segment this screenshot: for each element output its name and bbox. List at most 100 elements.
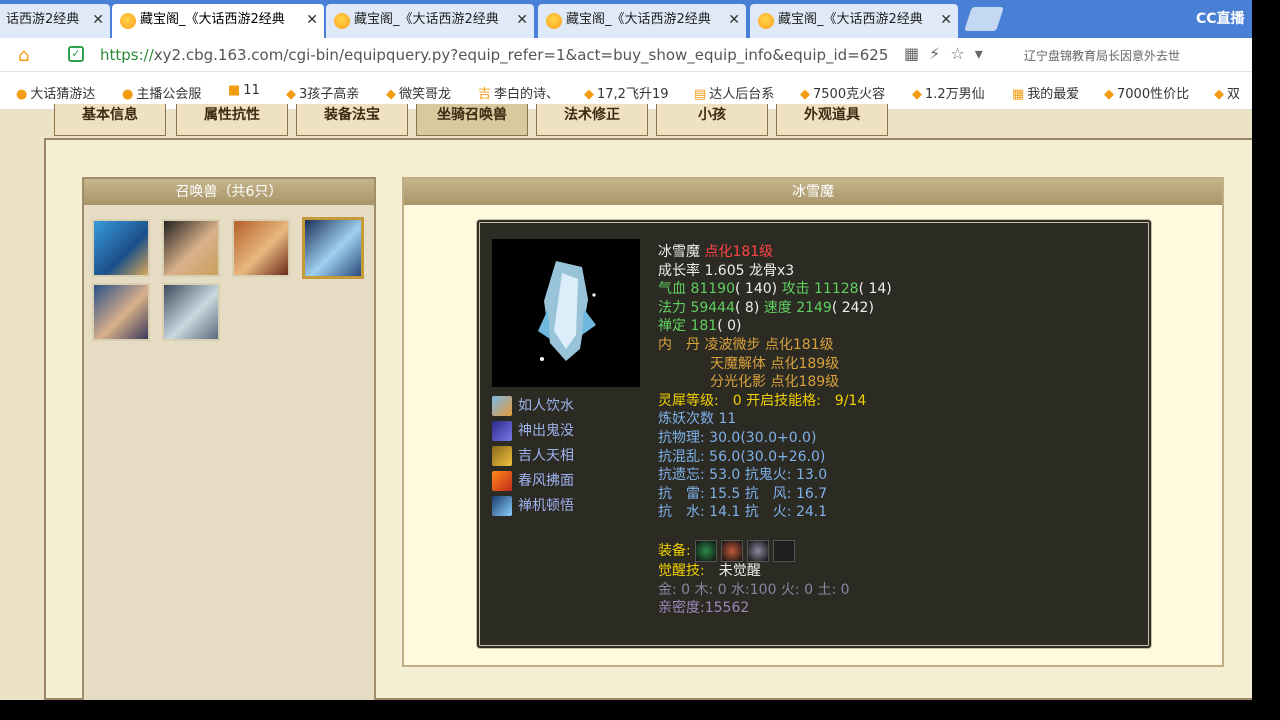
bookmark-icon: ● — [122, 87, 134, 102]
bookmark-item[interactable]: ■ 11 — [228, 83, 260, 98]
bookmark-icon: ▤ — [694, 87, 707, 102]
tab-title: 藏宝阁_《大话西游2经典 — [140, 12, 285, 27]
news-ticker[interactable]: 辽宁盘锦教育局长因意外去世 — [1024, 47, 1180, 64]
resistance-row: 抗 雷: 15.5 抗 风: 16.7 — [658, 485, 828, 502]
atk-points: ( 14) — [858, 281, 892, 298]
close-tab-icon[interactable]: ✕ — [516, 4, 528, 36]
bookmark-icon: 吉 — [478, 87, 492, 102]
skill-name: 吉人天相 — [518, 448, 574, 464]
pet-avatar[interactable] — [92, 219, 150, 277]
chevron-down-icon[interactable]: ▾ — [975, 44, 993, 63]
pet-info-card: 如人饮水 神出鬼没 吉人天相 春风拂面 禅机顿悟 冰雪魔 点化181级 成长率 … — [476, 219, 1152, 649]
page-content: 基本信息 属性抗性 装备法宝 坐骑召唤兽 法术修正 小孩 外观道具 召唤兽（共6… — [0, 104, 1252, 700]
bookmark-label: 我的最爱 — [1027, 87, 1080, 102]
bookmark-icon: ● — [16, 87, 28, 102]
pet-avatar[interactable] — [232, 219, 290, 277]
address-actions[interactable]: ▦⚡☆▾ — [904, 44, 993, 63]
bookmark-item[interactable]: 吉李白的诗、 — [478, 83, 559, 102]
close-tab-icon[interactable]: ✕ — [92, 4, 104, 36]
close-tab-icon[interactable]: ✕ — [306, 4, 318, 36]
browser-tab[interactable]: 藏宝阁_《大话西游2经典 ✕ — [538, 4, 746, 38]
dan-row: 内 丹 凌波微步 点化181级 — [658, 336, 892, 355]
browser-tab[interactable]: 藏宝阁_《大话西游2经典 ✕ — [750, 4, 958, 38]
tab-equipment[interactable]: 装备法宝 — [296, 104, 408, 136]
tab-appearance[interactable]: 外观道具 — [776, 104, 888, 136]
bookmark-label: 11 — [243, 83, 260, 98]
tab-attributes[interactable]: 属性抗性 — [176, 104, 288, 136]
bookmark-icon: ◆ — [800, 87, 810, 102]
pet-avatar[interactable] — [162, 219, 220, 277]
resistance-row: 抗遗忘: 53.0 抗鬼火: 13.0 — [658, 467, 828, 484]
favicon-icon — [120, 13, 136, 29]
tab-title: 藏宝阁_《大话西游2经典 — [566, 12, 711, 27]
spirit-level: 灵犀等级: 0 开启技能格: 9/14 — [658, 392, 867, 409]
tab-child[interactable]: 小孩 — [656, 104, 768, 136]
bookmark-item[interactable]: ◆ 双 — [1214, 83, 1240, 102]
secure-shield-icon[interactable]: ✓ — [68, 46, 84, 62]
skill-item[interactable]: 吉人天相 — [492, 445, 574, 470]
pet-avatar[interactable] — [92, 283, 150, 341]
skill-item[interactable]: 如人饮水 — [492, 395, 574, 420]
bookmark-label: 李白的诗、 — [494, 87, 560, 102]
tab-mounts-pets[interactable]: 坐骑召唤兽 — [416, 104, 528, 136]
stat-hp-row: 气血 81190( 140) 攻击 11128( 14) — [658, 280, 892, 299]
skill-icon — [492, 396, 512, 416]
skill-item[interactable]: 禅机顿悟 — [492, 495, 574, 520]
bookmark-item[interactable]: ◆ 1.2万男仙 — [912, 83, 985, 102]
awaken-value: 未觉醒 — [718, 562, 761, 579]
favicon-icon — [758, 13, 774, 29]
bookmark-item[interactable]: ● 大话猜游达 — [16, 83, 95, 102]
bookmark-item[interactable]: ◆ 3孩子高亲 — [286, 83, 359, 102]
bookmark-item[interactable]: ◆ 17,2飞升19 — [584, 83, 669, 102]
grid-icon[interactable]: ▦ — [904, 44, 929, 63]
ice-demon-image — [538, 261, 596, 361]
bookmark-item[interactable]: ◆ 7500克火容 — [800, 83, 885, 102]
browser-tab[interactable]: 藏宝阁_《大话西游2经典 ✕ — [326, 4, 534, 38]
mp-points: ( 8) — [735, 299, 760, 316]
resistance-row: 抗混乱: 56.0(30.0+26.0) — [658, 448, 826, 465]
tab-basic-info[interactable]: 基本信息 — [54, 104, 166, 136]
tab-spells[interactable]: 法术修正 — [536, 104, 648, 136]
url-field[interactable]: https://xy2.cbg.163.com/cgi-bin/equipque… — [100, 46, 895, 64]
browser-tab[interactable]: 话西游2经典 ✕ — [0, 4, 110, 38]
equip-slot-icon[interactable] — [721, 539, 744, 562]
skill-name: 春风拂面 — [518, 473, 574, 489]
new-tab-button[interactable] — [964, 7, 1004, 31]
awaken-label: 觉醒技: — [658, 562, 705, 579]
pet-avatar-selected[interactable] — [302, 217, 364, 279]
spd-label: 速度 — [763, 299, 792, 316]
equip-slot-icon[interactable] — [773, 539, 796, 562]
bookmark-item[interactable]: ● 主播公会服 — [122, 83, 201, 102]
browser-tab-active[interactable]: 藏宝阁_《大话西游2经典 ✕ — [112, 4, 324, 38]
dan-item: 天魔解体 点化189级 — [710, 355, 840, 372]
lightning-icon[interactable]: ⚡ — [929, 44, 950, 63]
mp-value: 59444 — [690, 299, 735, 316]
pet-portrait — [492, 239, 640, 387]
bookmark-item[interactable]: ◆ 微笑哥龙 — [386, 83, 451, 102]
bookmark-item[interactable]: ▦ 我的最爱 — [1012, 83, 1079, 102]
pet-skills-list: 如人饮水 神出鬼没 吉人天相 春风拂面 禅机顿悟 — [492, 395, 574, 520]
close-tab-icon[interactable]: ✕ — [728, 4, 740, 36]
pet-avatar[interactable] — [162, 283, 220, 341]
equip-slot-icon[interactable] — [747, 539, 770, 562]
bookmark-item[interactable]: ◆ 7000性价比 — [1104, 83, 1189, 102]
atk-value: 11128 — [814, 281, 859, 298]
close-tab-icon[interactable]: ✕ — [940, 4, 952, 36]
skill-item[interactable]: 神出鬼没 — [492, 420, 574, 445]
pet-detail-title: 冰雪魔 — [404, 179, 1222, 205]
bookmark-item[interactable]: ▤ 达人后台系 — [694, 83, 774, 102]
skill-item[interactable]: 春风拂面 — [492, 470, 574, 495]
tab-strip: 话西游2经典 ✕ 藏宝阁_《大话西游2经典 ✕ 藏宝阁_《大话西游2经典 ✕ 藏宝阁_… — [0, 0, 1252, 38]
hp-points: ( 140) — [735, 281, 778, 298]
favicon-icon — [546, 13, 562, 29]
equip-slot-icon[interactable] — [695, 539, 718, 562]
tab-title: 藏宝阁_《大话西游2经典 — [778, 12, 923, 27]
bookmark-icon: ◆ — [584, 87, 594, 102]
pet-list-title: 召唤兽（共6只） — [84, 179, 374, 205]
dan-row: 天魔解体 点化189级 — [658, 355, 892, 374]
awaken-row: 觉醒技: 未觉醒 — [658, 562, 892, 581]
bookmark-label: 双 — [1227, 87, 1241, 102]
star-icon[interactable]: ☆ — [950, 44, 974, 63]
home-icon[interactable]: ⌂ — [18, 45, 29, 66]
bookmark-label: 7000性价比 — [1117, 87, 1190, 102]
